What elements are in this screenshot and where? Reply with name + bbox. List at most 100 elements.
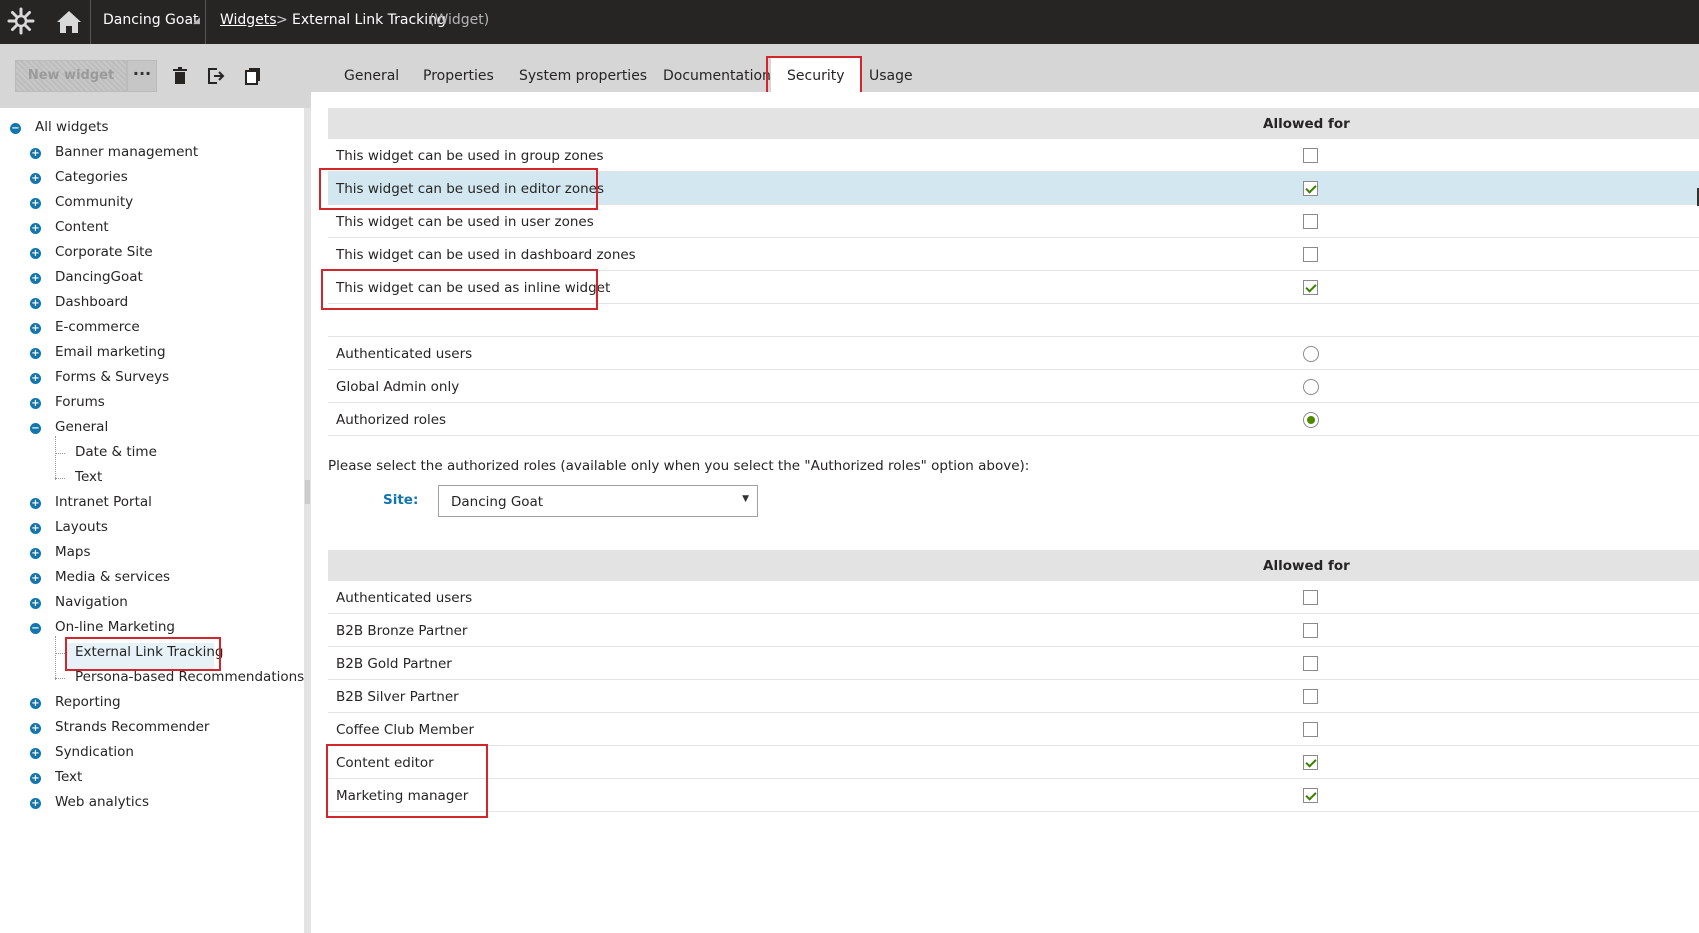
expand-icon[interactable]: + bbox=[30, 373, 41, 384]
tab-general[interactable]: General bbox=[344, 68, 399, 84]
editor-zones-highlight bbox=[319, 168, 598, 210]
tree-item[interactable]: Reporting bbox=[55, 694, 121, 710]
tree-connector bbox=[55, 436, 56, 480]
collapse-icon[interactable]: − bbox=[30, 623, 41, 634]
tree-connector bbox=[55, 653, 65, 654]
expand-icon[interactable]: + bbox=[30, 198, 41, 209]
expand-icon[interactable]: + bbox=[30, 773, 41, 784]
tree-item[interactable]: DancingGoat bbox=[55, 269, 143, 285]
zone-checkbox[interactable] bbox=[1303, 181, 1318, 196]
expand-icon[interactable]: + bbox=[30, 548, 41, 559]
breadcrumb-widgets-link[interactable]: Widgets bbox=[220, 12, 277, 28]
site-selector[interactable]: Dancing Goat bbox=[103, 12, 199, 28]
expand-icon[interactable]: + bbox=[30, 523, 41, 534]
roles-highlight bbox=[326, 744, 488, 818]
tab-system-properties[interactable]: System properties bbox=[519, 68, 647, 84]
expand-icon[interactable]: + bbox=[30, 348, 41, 359]
tree-item[interactable]: On-line Marketing bbox=[55, 619, 175, 635]
tree-item[interactable]: General bbox=[55, 419, 108, 435]
home-icon[interactable] bbox=[54, 8, 84, 36]
role-checkbox[interactable] bbox=[1303, 656, 1318, 671]
tree-item[interactable]: Media & services bbox=[55, 569, 170, 585]
expand-icon[interactable]: + bbox=[30, 498, 41, 509]
tree-item[interactable]: Text bbox=[55, 769, 82, 785]
role-checkbox[interactable] bbox=[1303, 722, 1318, 737]
role-checkbox[interactable] bbox=[1303, 755, 1318, 770]
role-checkbox[interactable] bbox=[1303, 623, 1318, 638]
site-dropdown[interactable]: Dancing Goat ▼ bbox=[438, 485, 758, 517]
security-tab-highlight bbox=[766, 56, 862, 97]
access-row: Authorized roles bbox=[328, 403, 1699, 436]
role-label: B2B Bronze Partner bbox=[336, 623, 468, 639]
expand-icon[interactable]: + bbox=[30, 748, 41, 759]
expand-icon[interactable]: + bbox=[30, 398, 41, 409]
clone-icon[interactable] bbox=[243, 66, 263, 86]
collapse-icon[interactable]: − bbox=[10, 123, 21, 134]
role-checkbox[interactable] bbox=[1303, 590, 1318, 605]
expand-icon[interactable]: + bbox=[30, 298, 41, 309]
export-icon[interactable] bbox=[206, 66, 226, 86]
expand-icon[interactable]: + bbox=[30, 223, 41, 234]
roles-grid-header: Allowed for bbox=[328, 550, 1699, 581]
tree-item[interactable]: Persona-based Recommendations bbox=[75, 669, 304, 685]
allowed-for-header: Allowed for bbox=[1263, 116, 1350, 132]
zone-label: This widget can be used in dashboard zon… bbox=[336, 247, 636, 263]
expand-icon[interactable]: + bbox=[30, 173, 41, 184]
expand-icon[interactable]: + bbox=[30, 698, 41, 709]
expand-icon[interactable]: + bbox=[30, 323, 41, 334]
zone-checkbox[interactable] bbox=[1303, 148, 1318, 163]
tree-item[interactable]: Email marketing bbox=[55, 344, 166, 360]
expand-icon[interactable]: + bbox=[30, 248, 41, 259]
kentico-logo-icon[interactable] bbox=[6, 6, 36, 36]
tree-splitter[interactable] bbox=[304, 108, 311, 933]
access-radio[interactable] bbox=[1303, 346, 1319, 362]
tab-properties[interactable]: Properties bbox=[423, 68, 494, 84]
tree-item[interactable]: Maps bbox=[55, 544, 91, 560]
tab-usage[interactable]: Usage bbox=[869, 68, 913, 84]
tree-item[interactable]: Navigation bbox=[55, 594, 128, 610]
tree-item[interactable]: Text bbox=[75, 469, 102, 485]
expand-icon[interactable]: + bbox=[30, 598, 41, 609]
zones-grid-header: Allowed for bbox=[328, 108, 1699, 139]
expand-icon[interactable]: + bbox=[30, 798, 41, 809]
tree-root[interactable]: All widgets bbox=[35, 119, 109, 135]
tree-item[interactable]: E-commerce bbox=[55, 319, 140, 335]
zone-checkbox[interactable] bbox=[1303, 280, 1318, 295]
tree-item[interactable]: Syndication bbox=[55, 744, 134, 760]
tree-item[interactable]: Corporate Site bbox=[55, 244, 153, 260]
caret-down-icon[interactable]: ▼ bbox=[742, 494, 749, 504]
splitter-grip[interactable] bbox=[305, 480, 310, 504]
tree-item[interactable]: Content bbox=[55, 219, 109, 235]
zone-checkbox[interactable] bbox=[1303, 247, 1318, 262]
collapse-icon[interactable]: − bbox=[30, 423, 41, 434]
new-widget-button[interactable]: New widget bbox=[15, 60, 127, 92]
access-radio[interactable] bbox=[1303, 379, 1319, 395]
expand-icon[interactable]: + bbox=[30, 573, 41, 584]
tree-item[interactable]: Banner management bbox=[55, 144, 198, 160]
expand-icon[interactable]: + bbox=[30, 273, 41, 284]
tree-item[interactable]: Layouts bbox=[55, 519, 108, 535]
tree-item[interactable]: Intranet Portal bbox=[55, 494, 152, 510]
expand-icon[interactable]: + bbox=[30, 723, 41, 734]
access-label: Global Admin only bbox=[336, 379, 460, 395]
site-dropdown-value: Dancing Goat bbox=[451, 494, 544, 510]
expand-icon[interactable]: + bbox=[30, 148, 41, 159]
role-checkbox[interactable] bbox=[1303, 689, 1318, 704]
roles-instruction: Please select the authorized roles (avai… bbox=[328, 458, 1030, 474]
role-checkbox[interactable] bbox=[1303, 788, 1318, 803]
tree-item[interactable]: Forms & Surveys bbox=[55, 369, 169, 385]
caret-down-icon[interactable]: ◢ bbox=[193, 16, 200, 26]
tree-item[interactable]: Forums bbox=[55, 394, 105, 410]
tree-item[interactable]: Categories bbox=[55, 169, 128, 185]
tree-connector bbox=[55, 678, 65, 679]
tree-item[interactable]: Strands Recommender bbox=[55, 719, 210, 735]
tree-item[interactable]: Community bbox=[55, 194, 133, 210]
zone-checkbox[interactable] bbox=[1303, 214, 1318, 229]
more-actions-button[interactable]: ··· bbox=[127, 60, 157, 92]
tree-item[interactable]: Dashboard bbox=[55, 294, 128, 310]
tab-documentation[interactable]: Documentation bbox=[663, 68, 771, 84]
trash-icon[interactable] bbox=[170, 66, 190, 86]
access-radio[interactable] bbox=[1303, 412, 1319, 428]
tree-item[interactable]: Web analytics bbox=[55, 794, 149, 810]
tree-item[interactable]: Date & time bbox=[75, 444, 157, 460]
